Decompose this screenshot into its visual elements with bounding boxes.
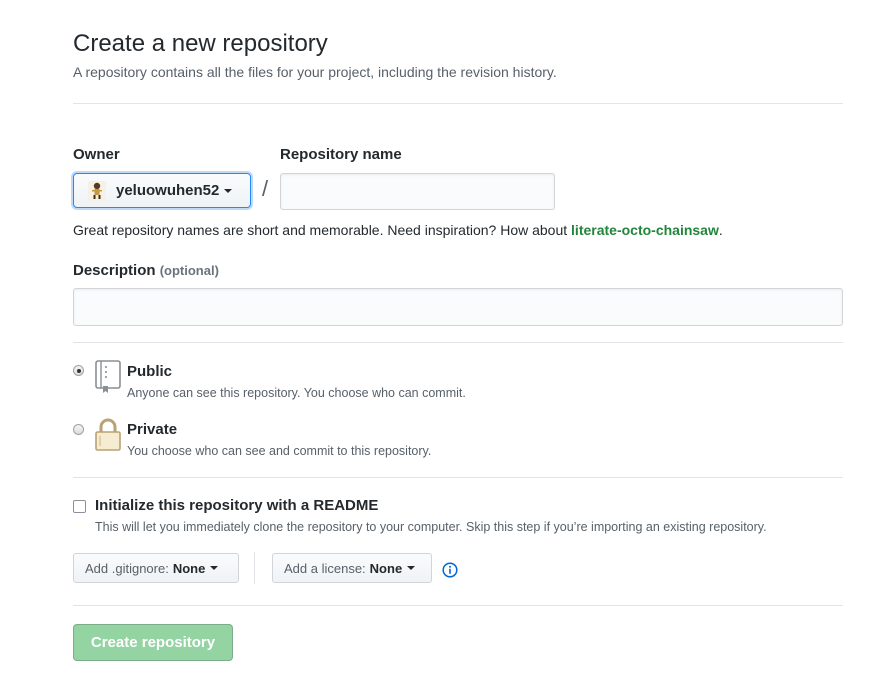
divider [73, 605, 843, 606]
description-input[interactable] [73, 288, 843, 326]
name-suggestion-link[interactable]: literate-octo-chainsaw [571, 222, 719, 238]
avatar [88, 180, 106, 201]
description-label: Description (optional) [73, 262, 219, 279]
gitignore-label: Add .gitignore: [85, 560, 169, 576]
info-icon[interactable] [442, 562, 458, 583]
repo-name-label: Repository name [280, 146, 402, 163]
repo-book-icon [94, 360, 122, 399]
page-title: Create a new repository [73, 30, 328, 57]
divider [73, 342, 843, 343]
gitignore-value: None [172, 560, 206, 576]
repo-name-hint: Great repository names are short and mem… [73, 222, 723, 238]
optional-tag: (optional) [159, 263, 219, 278]
readme-option-title: Initialize this repository with a README [95, 497, 379, 514]
readme-option-desc: This will let you immediately clone the … [95, 520, 767, 534]
owner-label: Owner [73, 146, 120, 163]
public-option-title: Public [127, 363, 173, 380]
chevron-down-icon [210, 566, 219, 570]
description-label-text: Description [73, 262, 156, 279]
chevron-down-icon [407, 566, 416, 570]
owner-repo-separator: / [262, 176, 269, 201]
chevron-down-icon [224, 188, 233, 193]
create-repository-button[interactable]: Create repository [73, 624, 233, 661]
private-option-desc: You choose who can see and commit to thi… [127, 444, 432, 458]
vertical-divider [254, 552, 255, 584]
repo-name-input[interactable] [280, 173, 555, 210]
license-label: Add a license: [284, 560, 366, 576]
divider [73, 477, 843, 478]
owner-name: yeluowuhen52 [116, 182, 220, 199]
hint-end: . [718, 222, 723, 238]
public-option-desc: Anyone can see this repository. You choo… [127, 386, 466, 400]
license-select-button[interactable]: Add a license: None [272, 553, 432, 583]
license-value: None [369, 560, 403, 576]
private-radio[interactable] [73, 424, 84, 435]
private-option-title: Private [127, 421, 178, 438]
hint-text: Great repository names are short and mem… [73, 222, 572, 238]
gitignore-select-button[interactable]: Add .gitignore: None [73, 553, 239, 583]
lock-icon [94, 417, 122, 456]
owner-select-button[interactable]: yeluowuhen52 [73, 173, 251, 208]
page-subtitle: A repository contains all the files for … [73, 64, 557, 80]
divider [73, 103, 843, 104]
public-radio[interactable] [73, 365, 84, 376]
readme-checkbox[interactable] [73, 500, 86, 513]
